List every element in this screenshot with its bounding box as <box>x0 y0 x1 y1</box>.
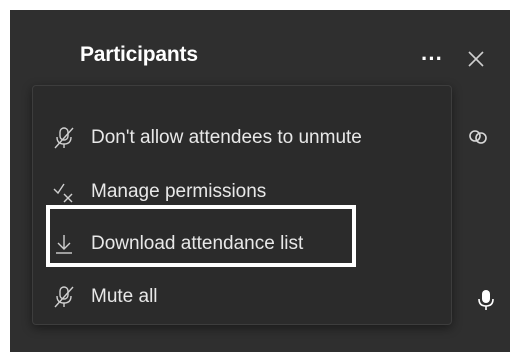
menu-item-dont-allow-unmute[interactable]: Don't allow attendees to unmute <box>51 120 362 156</box>
mic-off-icon <box>51 284 77 310</box>
menu-item-label: Manage permissions <box>91 181 267 202</box>
highlight-box <box>46 205 356 267</box>
menu-item-label: Mute all <box>91 286 158 307</box>
more-options-button[interactable]: ··· <box>416 46 448 72</box>
check-x-icon <box>51 179 77 205</box>
link-icon <box>469 130 487 144</box>
side-link-button[interactable] <box>466 125 490 149</box>
side-microphone-button[interactable] <box>474 288 498 312</box>
menu-item-mute-all[interactable]: Mute all <box>51 279 158 315</box>
mic-off-icon <box>51 125 77 151</box>
microphone-icon <box>478 290 494 310</box>
close-button[interactable] <box>464 47 488 71</box>
close-icon <box>468 51 484 67</box>
panel-title: Participants <box>80 43 198 66</box>
menu-item-label: Don't allow attendees to unmute <box>91 127 362 148</box>
participants-panel: Participants ··· Don't allow attendees t… <box>10 10 510 352</box>
